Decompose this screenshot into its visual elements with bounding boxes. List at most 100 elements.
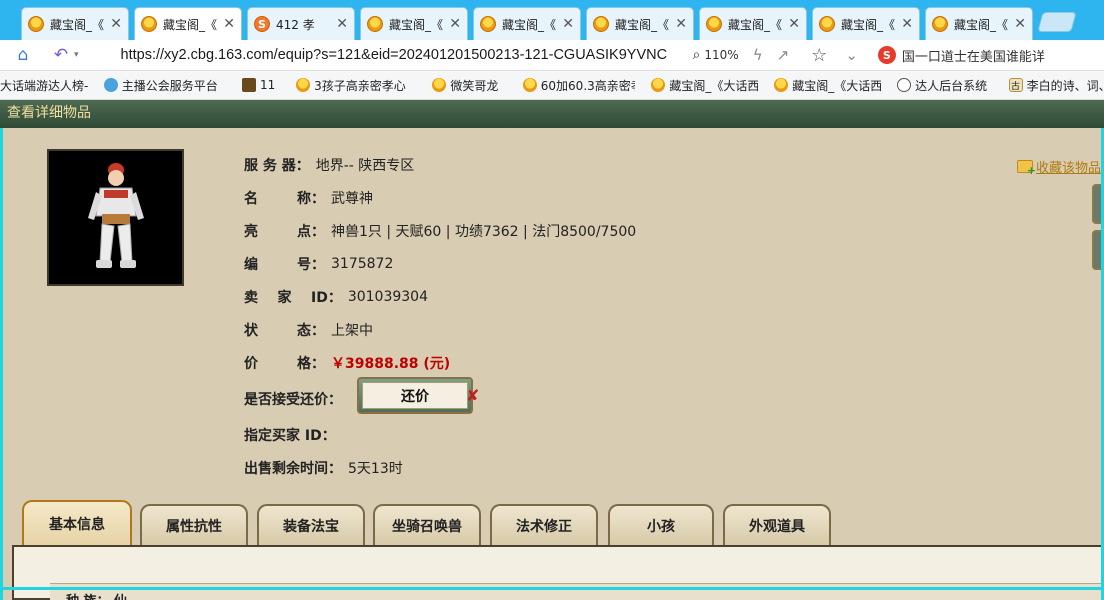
browser-tab-strip: 藏宝阁_《 ✕ 藏宝阁_《 ✕ S 412 孝 ✕ 藏宝阁_《 ✕ 藏宝阁_《 ✕ 藏宝阁_《 ✕ 藏宝阁… xyxy=(0,0,1104,40)
back-icon[interactable]: ↶ xyxy=(50,44,72,66)
bookmark-label: 藏宝阁_《大话西游 xyxy=(669,78,759,93)
field-name: 名 称： 武尊神 xyxy=(244,187,373,209)
search-box[interactable]: S 国一口道士在美国谁能详 xyxy=(877,46,1088,65)
field-accept-counter-offer: 是否接受还价： xyxy=(244,388,342,410)
cbg-coin-icon xyxy=(932,16,948,32)
field-price: 价 格： ￥39888.88 (元) xyxy=(244,352,450,374)
section-tab[interactable]: 属性抗性 xyxy=(140,504,248,546)
close-icon[interactable]: ✕ xyxy=(223,16,235,32)
browser-tab[interactable]: 藏宝阁_《 ✕ xyxy=(21,7,129,40)
counter-offer-button[interactable]: 还价 xyxy=(357,377,473,414)
bookmark-item[interactable]: 主播公会服务平台 xyxy=(103,77,226,94)
bookmark-item[interactable]: 藏宝阁_《大话西游 xyxy=(651,77,758,94)
globe-icon xyxy=(897,78,912,92)
field-value: 上架中 xyxy=(331,323,373,339)
section-tab[interactable]: 小孩 xyxy=(608,504,714,546)
counter-offer-label: 还价 xyxy=(362,382,468,409)
browser-tab[interactable]: 藏宝阁_《 ✕ xyxy=(134,7,242,40)
home-icon[interactable]: ⌂ xyxy=(12,44,34,66)
field-highlights: 亮 点： 神兽1只 | 天赋60 | 功绩7362 | 法门8500/7500 xyxy=(244,220,636,242)
browser-tab-label: 藏宝阁_《 xyxy=(728,17,783,32)
folder-add-icon xyxy=(1017,160,1036,177)
share-icon[interactable]: ↗ xyxy=(777,46,790,64)
close-icon[interactable]: ✕ xyxy=(675,16,687,32)
cbg-coin-icon xyxy=(706,16,722,32)
field-value: 301039304 xyxy=(347,289,428,305)
field-label: 亮 点： xyxy=(244,224,325,240)
field-value: 神兽1只 | 天赋60 | 功绩7362 | 法门8500/7500 xyxy=(331,224,637,240)
character-figure-icon xyxy=(87,162,144,268)
close-icon[interactable]: ✕ xyxy=(110,16,122,32)
close-icon[interactable]: ✕ xyxy=(1014,16,1026,32)
section-tab[interactable]: 基本信息 xyxy=(22,500,132,546)
field-value: 地界-- 陕西专区 xyxy=(315,158,415,174)
field-value: 5天13时 xyxy=(348,461,403,477)
counter-offer-mark-icon: ✘ xyxy=(466,386,480,405)
bookmark-label: 主播公会服务平台 xyxy=(121,78,218,93)
close-icon[interactable]: ✕ xyxy=(449,16,461,32)
cbg-coin-icon xyxy=(593,16,609,32)
cbg-coin-icon xyxy=(141,16,157,32)
bookmark-item[interactable]: 达人后台系统 xyxy=(897,77,992,94)
s-icon: S xyxy=(254,16,270,32)
field-label: 出售剩余时间： xyxy=(244,461,342,477)
lightning-icon[interactable]: ϟ xyxy=(753,46,763,64)
browser-tab[interactable]: 藏宝阁_《 ✕ xyxy=(812,7,920,40)
game-icon xyxy=(241,78,256,92)
section-tab[interactable]: 外观道具 xyxy=(723,504,831,546)
cbg-coin-icon xyxy=(522,78,537,92)
bookmark-item[interactable]: 3孩子高亲密孝心 xyxy=(296,77,416,94)
recording-frame-bottom xyxy=(0,587,1104,590)
close-icon[interactable]: ✕ xyxy=(336,16,348,32)
section-tab[interactable]: 法术修正 xyxy=(490,504,598,546)
chevron-down-icon[interactable]: ⌄ xyxy=(845,46,858,64)
browser-tab[interactable]: S 412 孝 ✕ xyxy=(247,7,355,40)
browser-tab[interactable]: 藏宝阁_《 ✕ xyxy=(586,7,694,40)
cbg-coin-icon xyxy=(819,16,835,32)
bookmark-item[interactable]: 大话端游达人榜-网 xyxy=(0,77,88,94)
section-tab[interactable]: 装备法宝 xyxy=(257,504,365,546)
bookmark-item[interactable]: 11 xyxy=(241,78,280,92)
browser-tab-label: 藏宝阁_《 xyxy=(50,17,105,32)
back-dropdown-icon[interactable]: ▾ xyxy=(74,50,79,60)
bookmark-star-icon[interactable]: ☆ xyxy=(811,45,827,66)
bookmarks-bar: 大话端游达人榜-网 主播公会服务平台 11 3孩子高亲密孝心 微笑哥龙 60加60.3高亲… xyxy=(0,71,1104,100)
cbg-coin-icon xyxy=(774,78,789,92)
cbg-coin-icon xyxy=(432,78,447,92)
bookmark-item[interactable]: 60加60.3高亲密孝 xyxy=(522,77,636,94)
field-value: 3175872 xyxy=(331,256,394,272)
basic-info-panel: 种 族： 仙 xyxy=(12,545,1104,600)
close-icon[interactable]: ✕ xyxy=(901,16,913,32)
browser-tab-label: 藏宝阁_《 xyxy=(954,17,1009,32)
zoom-indicator[interactable]: ⌕ 110% xyxy=(693,47,739,63)
field-status: 状 态： 上架中 xyxy=(244,319,373,341)
bookmark-label: 60加60.3高亲密孝 xyxy=(540,78,636,93)
browser-tab[interactable]: 藏宝阁_《 ✕ xyxy=(699,7,807,40)
browser-tab[interactable]: 藏宝阁_《 ✕ xyxy=(473,7,581,40)
browser-tab[interactable]: 藏宝阁_《 ✕ xyxy=(360,7,468,40)
bookmark-item[interactable]: 古李白的诗、词、 xyxy=(1008,77,1104,94)
character-avatar xyxy=(47,149,184,286)
bookmark-item[interactable]: 微笑哥龙 xyxy=(432,77,506,94)
field-label: 是否接受还价： xyxy=(244,392,342,408)
cbg-coin-icon xyxy=(367,16,383,32)
bookmark-item[interactable]: 藏宝阁_《大话西游 xyxy=(774,77,881,94)
field-seller-id: 卖 家 ID： 301039304 xyxy=(244,286,428,308)
url-input[interactable]: https://xy2.cbg.163.com/equip?s=121&eid=… xyxy=(121,47,671,63)
field-designated-buyer-id: 指定买家 ID： xyxy=(244,424,336,446)
section-tab[interactable]: 坐骑召唤兽 xyxy=(373,504,481,546)
page-header: 查看详细物品 xyxy=(0,100,1104,128)
cbg-coin-icon xyxy=(296,78,311,92)
field-label: 服 务 器： xyxy=(244,158,310,174)
zoom-level: 110% xyxy=(704,48,739,62)
browser-tab-label: 藏宝阁_《 xyxy=(389,17,444,32)
close-icon[interactable]: ✕ xyxy=(788,16,800,32)
field-label: 指定买家 ID： xyxy=(244,428,336,444)
page-title: 查看详细物品 xyxy=(7,105,91,121)
browser-tab[interactable]: 藏宝阁_《 ✕ xyxy=(925,7,1033,40)
item-detail-content: 还价 ✘ 服 务 器： 地界-- 陕西专区名 称： 武尊神亮 点： 神兽1只 | 天赋… xyxy=(0,128,1104,600)
field-server: 服 务 器： 地界-- 陕西专区 xyxy=(244,154,414,176)
close-icon[interactable]: ✕ xyxy=(562,16,574,32)
new-tab-button[interactable] xyxy=(1037,12,1077,32)
favorite-item-link[interactable]: 收藏该物品 xyxy=(1017,157,1101,177)
